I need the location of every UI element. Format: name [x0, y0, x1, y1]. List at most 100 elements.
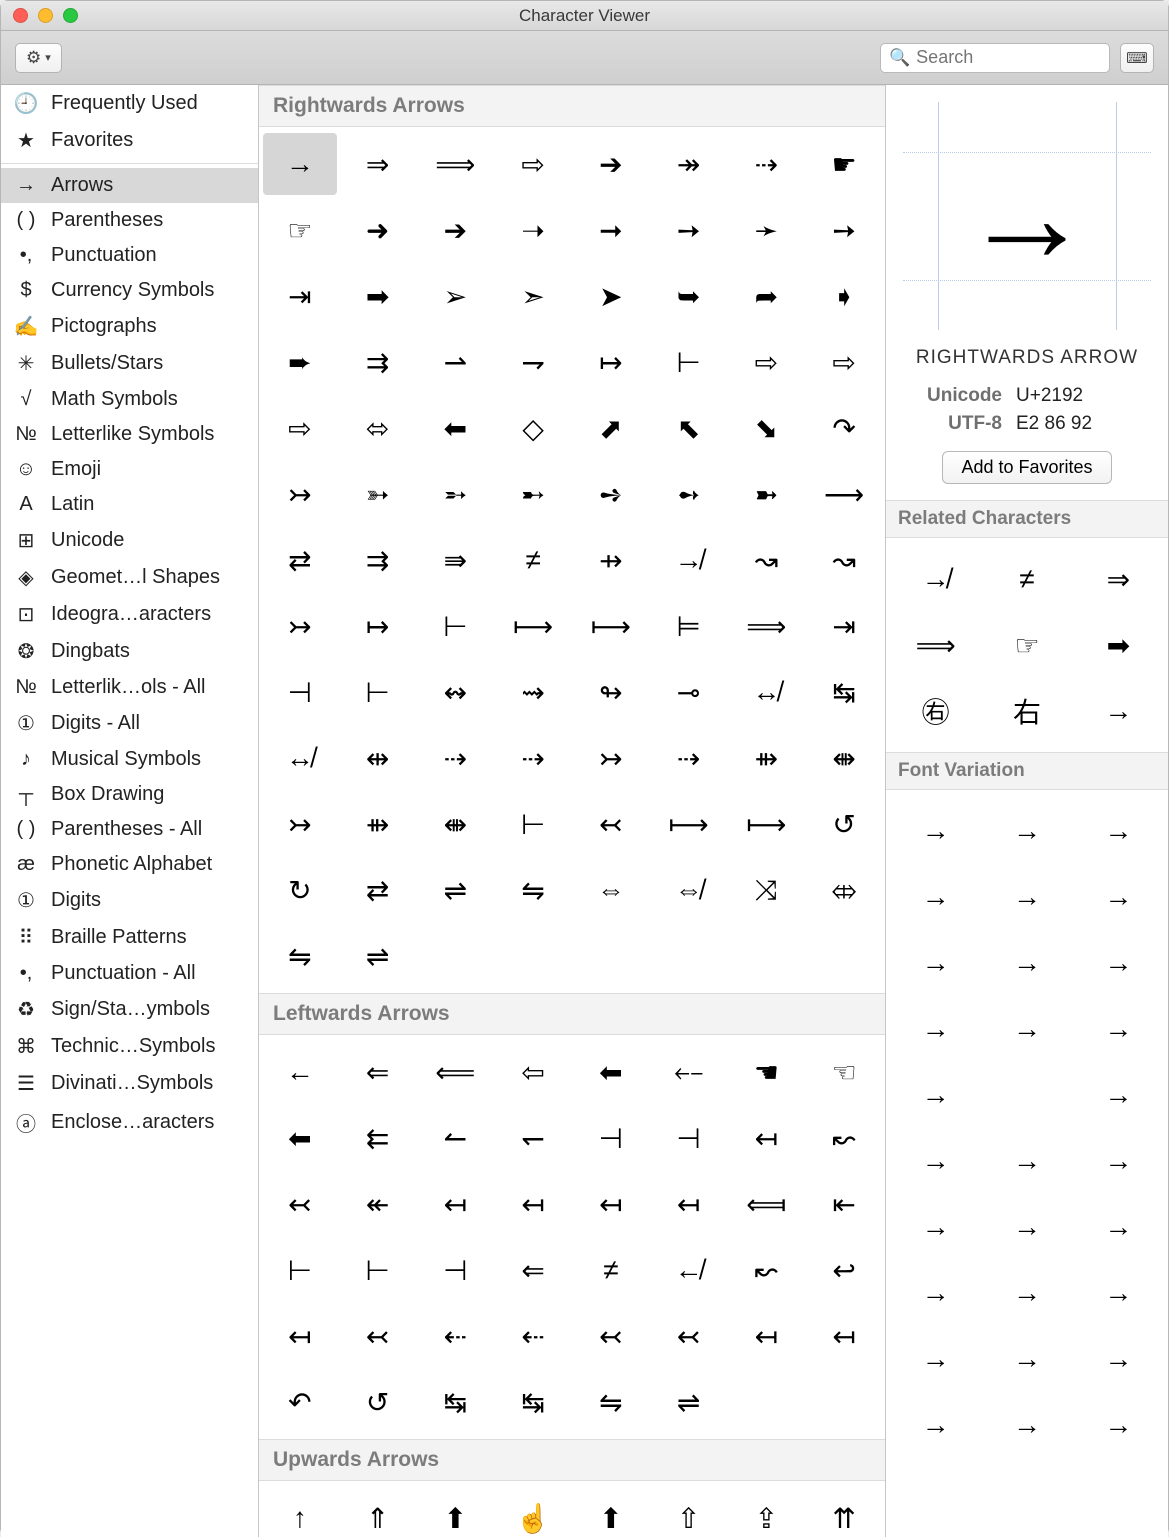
character-cell[interactable]: ⇥ — [807, 595, 881, 657]
character-cell[interactable]: ⇹ — [341, 727, 415, 789]
sidebar-item[interactable]: √Math Symbols — [1, 382, 258, 417]
character-cell[interactable]: ⇥ — [263, 265, 337, 327]
character-cell[interactable]: ☞ — [263, 199, 337, 261]
character-cell[interactable]: ↣ — [263, 595, 337, 657]
character-cell[interactable]: ↢ — [652, 1305, 726, 1367]
character-cell[interactable]: ⊢ — [263, 1239, 337, 1301]
character-cell[interactable]: ↣ — [263, 793, 337, 855]
character-cell[interactable]: ⇼ — [807, 727, 881, 789]
font-variation-cell[interactable]: → — [981, 1194, 1072, 1260]
font-variation-cell[interactable]: → — [1073, 1062, 1164, 1128]
character-cell[interactable]: ≠ — [574, 1239, 648, 1301]
character-cell[interactable]: ⊣ — [652, 1107, 726, 1169]
character-cell[interactable]: ≠ — [496, 529, 570, 591]
sidebar-item[interactable]: ①Digits — [1, 882, 258, 919]
character-cell[interactable]: ➙ — [652, 199, 726, 261]
character-cell[interactable]: ↮ — [730, 661, 804, 723]
character-cell[interactable]: ⇧ — [652, 1487, 726, 1537]
character-cell[interactable]: ⟹ — [419, 133, 493, 195]
character-cell[interactable]: ⬅ — [419, 397, 493, 459]
font-variation-cell[interactable]: → — [890, 1062, 981, 1128]
sidebar-item[interactable]: ⊞Unicode — [1, 522, 258, 559]
character-cell[interactable]: ⇐ — [496, 1239, 570, 1301]
related-character-cell[interactable]: ☞ — [981, 612, 1072, 678]
character-cell[interactable]: ➺ — [574, 463, 648, 525]
sidebar-item[interactable]: ☰Divinati…Symbols — [1, 1065, 258, 1102]
character-cell[interactable]: ➸ — [496, 463, 570, 525]
font-variation-cell[interactable]: → — [1073, 1194, 1164, 1260]
character-cell[interactable]: ↩ — [807, 1239, 881, 1301]
character-cell[interactable]: ⇪ — [730, 1487, 804, 1537]
character-cell[interactable]: ↽ — [496, 1107, 570, 1169]
add-to-favorites-button[interactable]: Add to Favorites — [942, 451, 1111, 484]
sidebar-item[interactable]: •,Punctuation — [1, 238, 258, 273]
sidebar-item[interactable]: 🕘Frequently Used — [1, 85, 258, 122]
character-cell[interactable]: ⇢ — [496, 727, 570, 789]
font-variation-cell[interactable]: → — [1073, 1128, 1164, 1194]
character-cell[interactable]: ⇉ — [341, 331, 415, 393]
character-cell[interactable]: ↢ — [263, 1173, 337, 1235]
character-cell[interactable]: ⇁ — [496, 331, 570, 393]
character-cell[interactable]: ➜ — [341, 199, 415, 261]
related-character-cell[interactable]: ≠ — [981, 546, 1072, 612]
font-variation-cell[interactable]: → — [890, 798, 981, 864]
character-cell[interactable]: ↦ — [341, 595, 415, 657]
sidebar-item[interactable]: ⌘Technic…Symbols — [1, 1028, 258, 1065]
character-cell[interactable]: ↼ — [419, 1107, 493, 1169]
character-cell[interactable]: ↭ — [419, 661, 493, 723]
character-cell[interactable]: ⟼ — [574, 595, 648, 657]
character-cell[interactable]: → — [263, 133, 337, 195]
character-cell[interactable]: ➳ — [341, 463, 415, 525]
character-cell[interactable]: ↤ — [730, 1107, 804, 1169]
character-cell[interactable]: ⇨ — [807, 331, 881, 393]
character-cell[interactable]: ↢ — [341, 1305, 415, 1367]
character-cell[interactable]: ➛ — [730, 199, 804, 261]
character-cell[interactable]: ↜ — [807, 1107, 881, 1169]
font-variation-cell[interactable]: → — [890, 1194, 981, 1260]
action-menu-button[interactable]: ⚙ ▾ — [15, 43, 62, 73]
character-cell[interactable]: ➙ — [807, 199, 881, 261]
character-cell[interactable]: ➦ — [730, 265, 804, 327]
sidebar-item[interactable]: •,Punctuation - All — [1, 956, 258, 991]
character-cell[interactable]: ↢ — [574, 793, 648, 855]
character-cell[interactable]: ↮ — [263, 727, 337, 789]
character-cell[interactable]: ↝ — [730, 529, 804, 591]
character-cell[interactable]: ⇨ — [730, 331, 804, 393]
character-cell[interactable]: ⟼ — [730, 793, 804, 855]
related-character-cell[interactable]: ➡ — [1073, 612, 1164, 678]
character-cell[interactable]: ⬅ — [574, 1041, 648, 1103]
character-cell[interactable]: ⇦ — [496, 1041, 570, 1103]
font-variation-cell[interactable]: → — [981, 1392, 1072, 1458]
character-cell[interactable]: ⇌ — [652, 1371, 726, 1433]
character-cell[interactable]: ↺ — [341, 1371, 415, 1433]
character-cell[interactable]: ↤ — [652, 1173, 726, 1235]
character-cell[interactable]: ⇋ — [263, 925, 337, 987]
character-cell[interactable]: ⟼ — [652, 793, 726, 855]
character-cell[interactable]: ⬆ — [419, 1487, 493, 1537]
character-cell[interactable]: ↛ — [652, 529, 726, 591]
character-cell[interactable]: ⇢ — [419, 727, 493, 789]
character-cell[interactable]: ⊸ — [652, 661, 726, 723]
sidebar-item[interactable]: ❂Dingbats — [1, 633, 258, 670]
character-cell[interactable]: ☛ — [807, 133, 881, 195]
character-cell[interactable] — [807, 1371, 881, 1433]
character-cell[interactable]: ⇒ — [341, 133, 415, 195]
font-variation-cell[interactable] — [981, 1062, 1072, 1128]
character-cell[interactable]: ➔ — [419, 199, 493, 261]
character-cell[interactable]: ➢ — [419, 265, 493, 327]
character-cell[interactable]: ➡ — [341, 265, 415, 327]
character-cell[interactable]: ⟽ — [730, 1173, 804, 1235]
character-cell[interactable]: ⇻ — [730, 727, 804, 789]
character-cell[interactable]: ⇸ — [574, 529, 648, 591]
character-cell[interactable]: ↺ — [807, 793, 881, 855]
character-cell[interactable]: ⇻ — [341, 793, 415, 855]
character-cell[interactable]: ↹ — [807, 661, 881, 723]
character-cell[interactable]: ⇌ — [419, 859, 493, 921]
character-cell[interactable]: ↤ — [730, 1305, 804, 1367]
character-cell[interactable]: ⊣ — [263, 661, 337, 723]
related-character-cell[interactable]: ↛ — [890, 546, 981, 612]
font-variation-cell[interactable]: → — [890, 930, 981, 996]
font-variation-cell[interactable]: → — [981, 1260, 1072, 1326]
character-cell[interactable]: ⊨ — [652, 595, 726, 657]
character-cell[interactable]: ⇨ — [496, 133, 570, 195]
